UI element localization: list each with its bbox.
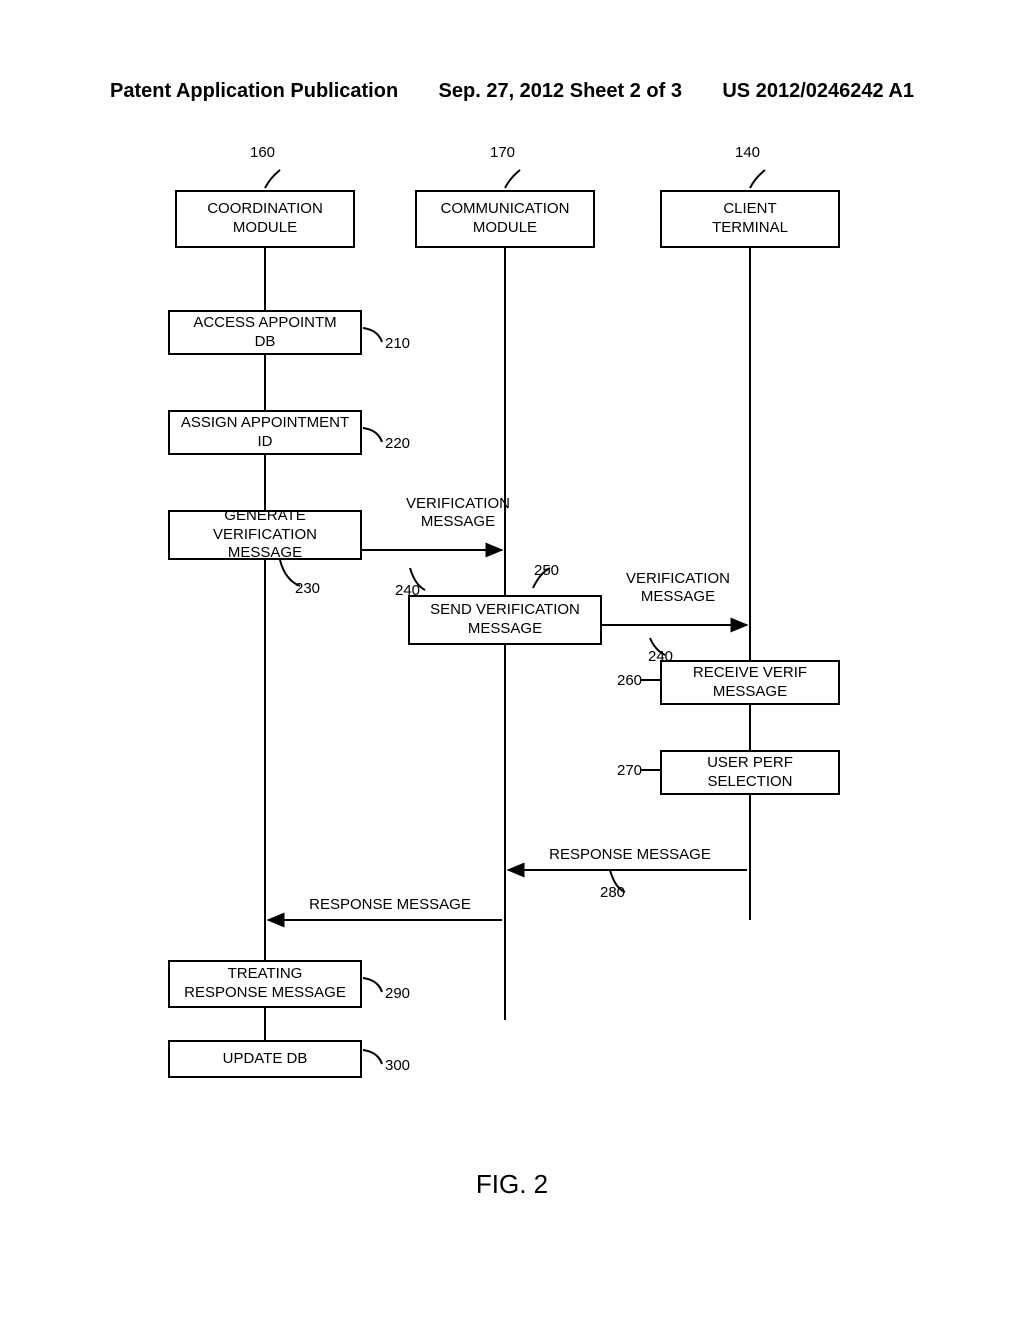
label-response-message-1: RESPONSE MESSAGE xyxy=(540,846,720,864)
ref-230: 230 xyxy=(295,580,320,598)
ref-220: 220 xyxy=(385,435,410,453)
ref-290: 290 xyxy=(385,985,410,1003)
header-left: Patent Application Publication xyxy=(110,80,398,103)
ref-160: 160 xyxy=(250,144,275,162)
ref-140: 140 xyxy=(735,144,760,162)
label-verification-message-1: VERIFICATIONMESSAGE xyxy=(398,495,518,531)
step-generate-verification-message: GENERATE VERIFICATIONMESSAGE xyxy=(168,510,362,560)
step-access-appointm-db: ACCESS APPOINTMDB xyxy=(168,310,362,355)
label-response-message-2: RESPONSE MESSAGE xyxy=(300,896,480,914)
step-treating-response-message: TREATINGRESPONSE MESSAGE xyxy=(168,960,362,1008)
figure-label: FIG. 2 xyxy=(476,1169,548,1200)
ref-300: 300 xyxy=(385,1057,410,1075)
header-right: US 2012/0246242 A1 xyxy=(722,80,914,103)
lane-communication-module: COMMUNICATIONMODULE xyxy=(415,190,595,248)
ref-250: 250 xyxy=(534,562,559,580)
sequence-diagram: 160 170 140 COORDINATIONMODULE COMMUNICA… xyxy=(120,150,890,1160)
label-verification-message-2: VERIFICATIONMESSAGE xyxy=(618,570,738,606)
step-update-db: UPDATE DB xyxy=(168,1040,362,1078)
lane-coordination-module: COORDINATIONMODULE xyxy=(175,190,355,248)
ref-260: 260 xyxy=(617,672,642,690)
page-header: Patent Application Publication Sep. 27, … xyxy=(0,80,1024,103)
step-receive-verif-message: RECEIVE VERIFMESSAGE xyxy=(660,660,840,705)
page: Patent Application Publication Sep. 27, … xyxy=(0,0,1024,1320)
ref-210: 210 xyxy=(385,335,410,353)
ref-170: 170 xyxy=(490,144,515,162)
header-center: Sep. 27, 2012 Sheet 2 of 3 xyxy=(398,80,722,103)
step-user-perf-selection: USER PERFSELECTION xyxy=(660,750,840,795)
ref-280-a: 280 xyxy=(600,884,625,902)
lane-client-terminal: CLIENTTERMINAL xyxy=(660,190,840,248)
step-send-verification-message: SEND VERIFICATIONMESSAGE xyxy=(408,595,602,645)
diagram-wires xyxy=(120,150,890,1160)
ref-270: 270 xyxy=(617,762,642,780)
step-assign-appointment-id: ASSIGN APPOINTMENTID xyxy=(168,410,362,455)
